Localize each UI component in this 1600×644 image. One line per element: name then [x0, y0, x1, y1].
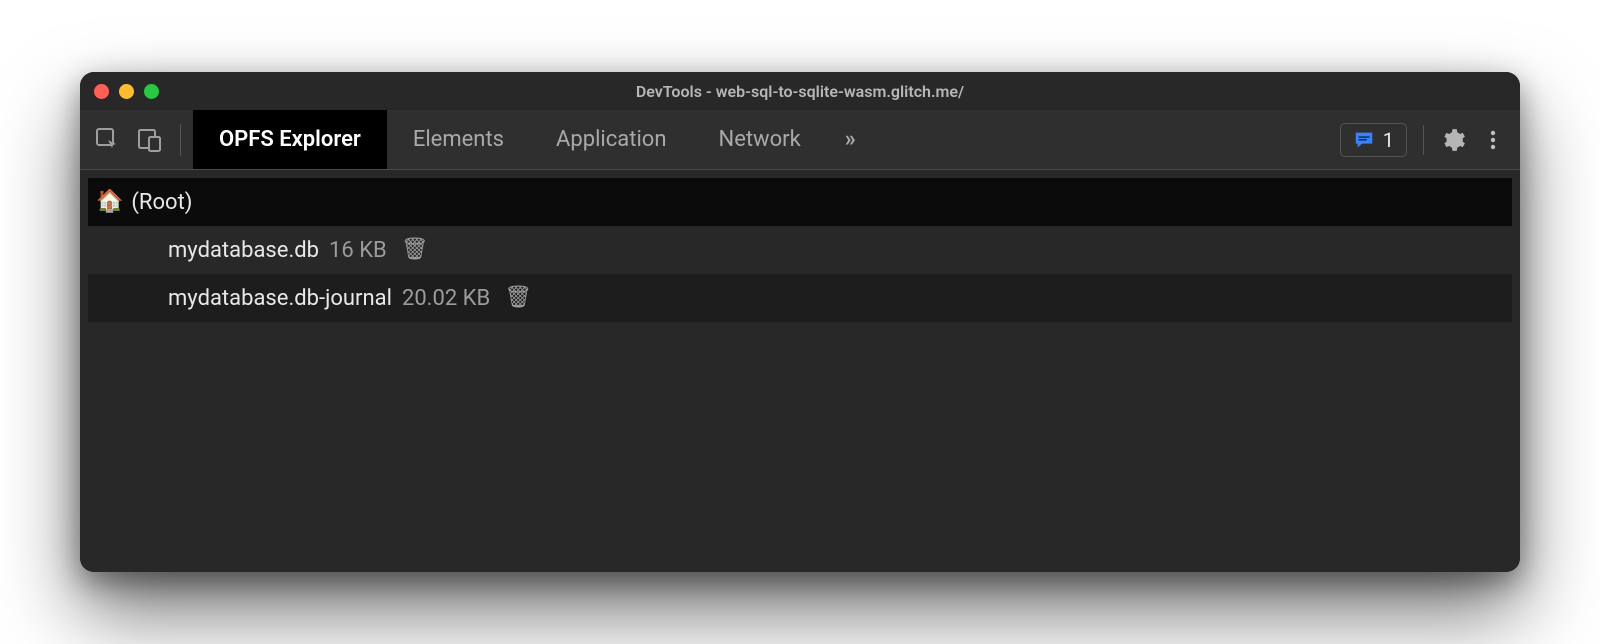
devtools-window: DevTools - web-sql-to-sqlite-wasm.glitch… — [80, 72, 1520, 572]
chat-icon — [1353, 129, 1375, 151]
issues-button[interactable]: 1 — [1340, 123, 1407, 157]
tab-elements[interactable]: Elements — [387, 110, 530, 169]
trash-icon: 🗑 — [401, 237, 429, 262]
tabs: OPFS Explorer Elements Application Netwo… — [193, 110, 874, 169]
file-size: 16 KB — [329, 238, 387, 263]
file-name: mydatabase.db — [168, 238, 319, 263]
file-row[interactable]: mydatabase.db-journal 20.02 KB 🗑 — [88, 274, 1512, 322]
toolbar-right: 1 — [1324, 110, 1520, 169]
file-size: 20.02 KB — [402, 286, 490, 311]
window-close-button[interactable] — [94, 84, 109, 99]
inspect-element-icon[interactable] — [94, 126, 122, 154]
tab-label: OPFS Explorer — [219, 127, 361, 152]
toolbar-separator — [1423, 125, 1424, 155]
more-tabs-label: » — [845, 127, 856, 152]
tab-label: Elements — [413, 127, 504, 152]
toolbar-left — [80, 110, 193, 169]
window-title: DevTools - web-sql-to-sqlite-wasm.glitch… — [80, 82, 1520, 101]
issues-count: 1 — [1383, 128, 1394, 152]
trash-icon: 🗑 — [504, 285, 532, 310]
opfs-tree: 🏠 (Root) mydatabase.db 16 KB 🗑 mydatabas… — [80, 170, 1520, 572]
device-toolbar-icon[interactable] — [136, 126, 164, 154]
tab-label: Network — [719, 127, 801, 152]
window-minimize-button[interactable] — [119, 84, 134, 99]
tab-opfs-explorer[interactable]: OPFS Explorer — [193, 110, 387, 169]
file-row[interactable]: mydatabase.db 16 KB 🗑 — [88, 226, 1512, 274]
delete-file-button[interactable]: 🗑 — [504, 287, 532, 309]
home-icon: 🏠 — [96, 191, 123, 213]
file-name: mydatabase.db-journal — [168, 286, 392, 311]
tab-application[interactable]: Application — [530, 110, 692, 169]
more-menu-button[interactable] — [1482, 127, 1504, 153]
title-bar: DevTools - web-sql-to-sqlite-wasm.glitch… — [80, 72, 1520, 110]
window-zoom-button[interactable] — [144, 84, 159, 99]
toolbar: OPFS Explorer Elements Application Netwo… — [80, 110, 1520, 170]
delete-file-button[interactable]: 🗑 — [401, 239, 429, 261]
root-label: (Root) — [131, 190, 192, 215]
settings-button[interactable] — [1440, 127, 1466, 153]
window-controls — [94, 84, 159, 99]
tab-label: Application — [556, 127, 666, 152]
more-tabs-button[interactable]: » — [827, 110, 874, 169]
tree-root-row[interactable]: 🏠 (Root) — [88, 178, 1512, 226]
tab-network[interactable]: Network — [693, 110, 827, 169]
toolbar-separator — [180, 124, 181, 156]
